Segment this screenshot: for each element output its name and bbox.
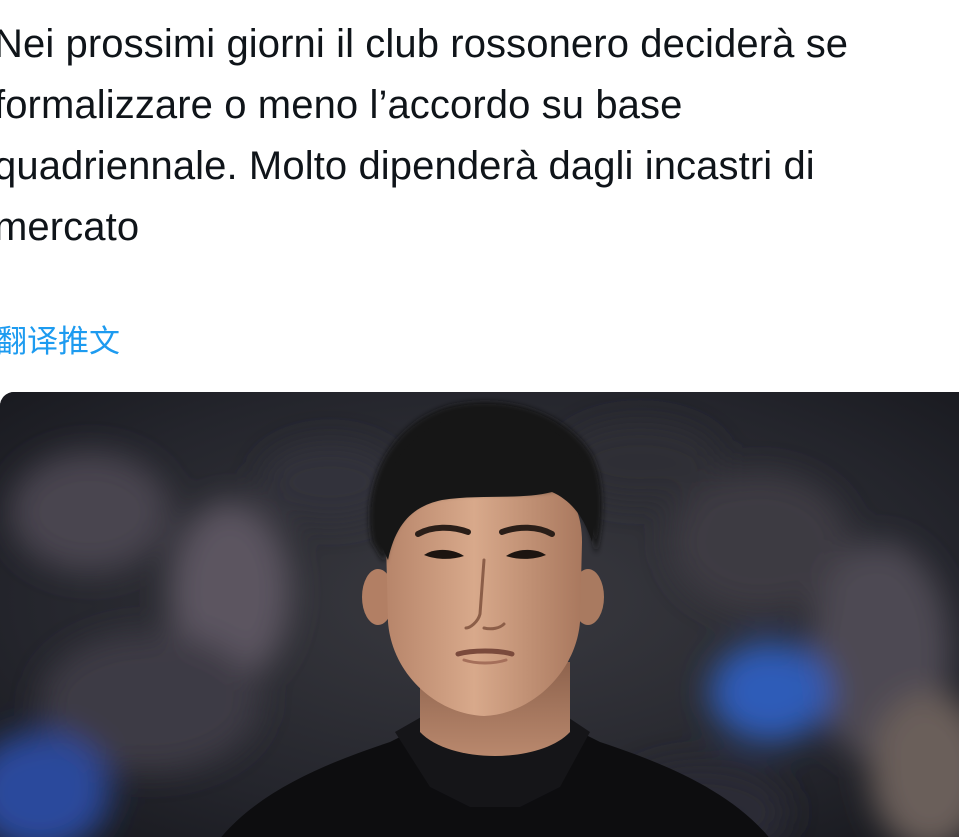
tweet-container: Nei prossimi giorni il club rossonero de…: [0, 0, 959, 837]
tweet-text-line: Nei prossimi giorni il club rossonero de…: [0, 22, 849, 66]
tweet-text-line: formalizzare o meno l’accordo su base: [0, 83, 683, 127]
tweet-text-line: mercato: [0, 205, 140, 249]
tweet-text-line: quadriennale. Molto dipenderà dagli inca…: [0, 144, 815, 188]
tweet-text: Nei prossimi giorni il club rossonero de…: [0, 14, 959, 258]
translate-tweet-link[interactable]: 翻译推文: [0, 320, 120, 364]
player-portrait-image: [0, 392, 959, 837]
tweet-media-photo[interactable]: [0, 392, 959, 837]
